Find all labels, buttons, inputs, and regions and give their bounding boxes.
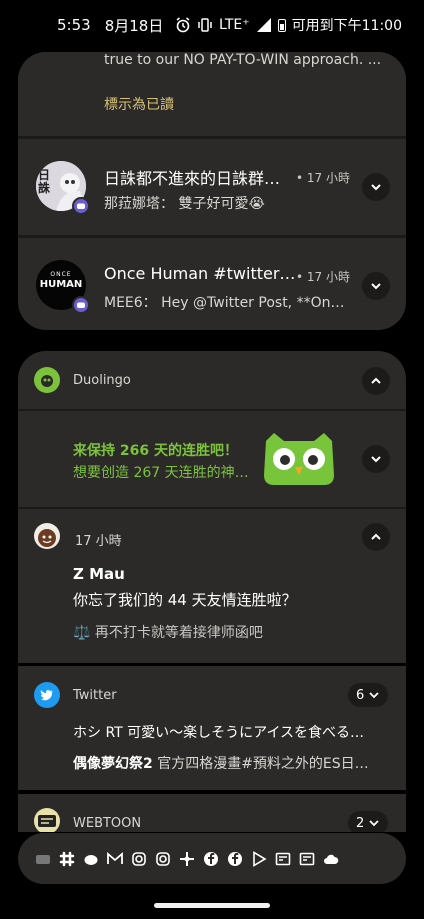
webtoon-notification[interactable]: WEBTOON 2	[18, 794, 406, 832]
chevron-down-icon	[371, 283, 381, 290]
facebook-icon[interactable]	[226, 850, 244, 868]
notification-body: MEE6： Hey @Twitter Post, **On…	[104, 292, 364, 312]
tweet-text: 官方四格漫畫#預料之外的ES日…	[157, 756, 369, 772]
avatar-label: 日誅	[38, 168, 51, 195]
battery-estimate: 可用到下午11:00	[291, 18, 402, 34]
friend-message: 你忘了我们的 44 天友情连胜啦？	[73, 591, 297, 609]
message-text: Hey @Twitter Post, **On…	[161, 295, 345, 311]
webtoon-app-icon	[34, 808, 60, 832]
notification-count-button[interactable]: 6	[348, 683, 389, 707]
status-icons: LTE⁺ 可用到下午11:00	[175, 15, 402, 35]
collapse-button[interactable]	[362, 523, 390, 551]
expand-button[interactable]	[362, 173, 390, 201]
discord-badge-icon	[72, 197, 90, 215]
tweet-line-2: 偶像夢幻祭2 官方四格漫畫#預料之外的ES日…	[73, 753, 393, 773]
network-type: LTE⁺	[218, 17, 250, 33]
gmail-icon[interactable]	[106, 850, 124, 868]
conversation-notification[interactable]: ONCE HUMAN Once Human #twitter… • 17 小時 …	[18, 238, 406, 330]
app-name: Twitter	[73, 688, 117, 703]
discord-badge-icon	[72, 296, 90, 314]
chevron-up-icon	[371, 377, 381, 384]
expand-button[interactable]	[362, 445, 390, 473]
alarm-icon	[176, 17, 190, 33]
chevron-down-icon	[371, 456, 381, 463]
chevron-down-icon	[369, 820, 379, 827]
chevron-down-icon	[371, 184, 381, 191]
mark-as-read-button[interactable]: 標示為已讀	[104, 94, 174, 114]
message-text: 雙子好可愛😭	[178, 196, 265, 212]
duolingo-group[interactable]: Duolingo 来保持 266 天的连胜吧！ 想要创造 267 天连胜的神… …	[18, 351, 406, 663]
chevron-up-icon	[371, 533, 381, 540]
status-date: 8月18日	[104, 16, 164, 35]
friend-streak-notification[interactable]: 17 小時 Z Mau 你忘了我们的 44 天友情连胜啦？ ⚖️ 再不打卡就等着…	[18, 509, 406, 663]
collapsed-stack-icon[interactable]	[34, 850, 52, 868]
avatar-label-top: ONCE	[50, 271, 72, 278]
slack-icon[interactable]	[58, 850, 76, 868]
avatar	[34, 523, 60, 549]
notification-time: 17 小時	[75, 534, 122, 549]
sender-name: MEE6：	[104, 295, 157, 311]
vibrate-icon	[198, 18, 212, 32]
tweet-line-1: ホシ RT 可愛い～楽しそうにアイスを食べる…	[73, 725, 365, 741]
partial-notification[interactable]: true to our NO PAY-TO-WIN approach. ... …	[18, 52, 406, 136]
twitter-app-icon	[34, 682, 60, 708]
streak-notification[interactable]: 来保持 266 天的连胜吧！ 想要创造 267 天连胜的神…	[18, 411, 406, 507]
duolingo-owl-icon	[264, 433, 334, 485]
partial-notification-text: true to our NO PAY-TO-WIN approach. ...	[104, 52, 382, 68]
notification-body: 那菈娜塔： 雙子好可愛😭	[104, 193, 364, 213]
friend-footer: ⚖️ 再不打卡就等着接律师函吧	[73, 625, 263, 641]
play-store-icon[interactable]	[250, 850, 268, 868]
app-name: WEBTOON	[73, 816, 142, 831]
instagram-icon[interactable]	[154, 850, 172, 868]
news-icon[interactable]	[274, 850, 292, 868]
expand-button[interactable]	[362, 272, 390, 300]
avatar-label-main: HUMAN	[39, 279, 83, 290]
battery-icon	[277, 18, 286, 32]
pinwheel-icon[interactable]	[178, 850, 196, 868]
notification-time: • 17 小時	[296, 171, 350, 185]
twitter-notification[interactable]: Twitter 6 ホシ RT 可愛い～楽しそうにアイスを食べる… 偶像夢幻祭2…	[18, 666, 406, 790]
conversation-notification[interactable]: 日誅 日誅都不進來的日誅群… • 17 小時 那菈娜塔： 雙子好可愛😭	[18, 139, 406, 235]
chevron-down-icon	[369, 692, 379, 699]
streak-title: 来保持 266 天的连胜吧！	[73, 443, 238, 459]
facebook-icon[interactable]	[202, 850, 220, 868]
notification-time: • 17 小時	[296, 270, 350, 284]
cloud-duck-icon[interactable]	[82, 850, 100, 868]
sender-name: 那菈娜塔：	[104, 196, 174, 212]
notification-icons-shelf[interactable]	[18, 833, 406, 884]
conversation-group[interactable]: true to our NO PAY-TO-WIN approach. ... …	[18, 52, 406, 330]
status-bar: 5:53 8月18日 LTE⁺ 可用到下午11:00	[0, 0, 424, 50]
status-time: 5:53	[57, 16, 91, 34]
signal-icon	[256, 18, 271, 32]
notification-title: Once Human #twitter…	[104, 264, 294, 283]
navigation-handle[interactable]	[154, 903, 270, 908]
news-icon[interactable]	[298, 850, 316, 868]
instagram-icon[interactable]	[130, 850, 148, 868]
notification-count: 6	[356, 687, 365, 703]
cloud-icon[interactable]	[322, 850, 340, 868]
app-name: Duolingo	[73, 373, 131, 388]
streak-body: 想要创造 267 天连胜的神…	[73, 465, 249, 481]
collapse-button[interactable]	[362, 367, 390, 395]
notification-title: 日誅都不進來的日誅群…	[104, 169, 281, 188]
duolingo-header[interactable]: Duolingo	[18, 351, 406, 409]
friend-name: Z Mau	[73, 565, 125, 583]
duolingo-app-icon	[34, 367, 60, 393]
notification-count-button[interactable]: 2	[348, 811, 389, 832]
tweet-author: 偶像夢幻祭2	[73, 756, 153, 772]
notification-count: 2	[356, 815, 365, 831]
